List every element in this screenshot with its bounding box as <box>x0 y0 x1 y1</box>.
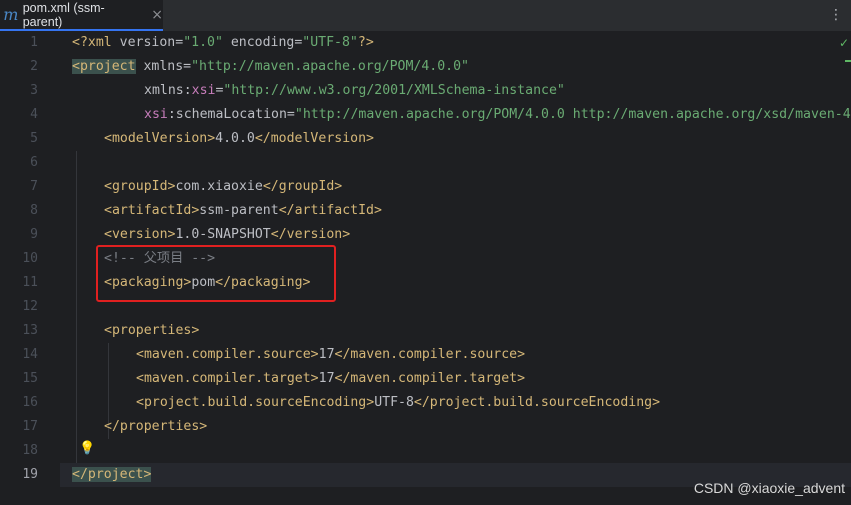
attr-version: version= <box>111 35 184 50</box>
project-close-tag: /project <box>79 467 144 482</box>
tab-pom-xml[interactable]: m pom.xml (ssm-parent) × <box>0 0 163 31</box>
line-number: 14 <box>22 347 38 362</box>
value-version: "1.0" <box>183 35 223 50</box>
open-tag: <version> <box>104 227 176 242</box>
change-marker <box>845 60 851 62</box>
xml-decl-close: ?> <box>357 35 374 50</box>
code-line-4: xsi:schemaLocation="http://maven.apache.… <box>144 103 851 127</box>
tab-label: pom.xml (ssm-parent) <box>22 0 105 29</box>
line-number: 17 <box>22 419 38 434</box>
close-tag: </artifactId> <box>278 203 382 218</box>
bracket-open: < <box>72 59 80 74</box>
close-tag: </maven.compiler.source> <box>334 347 526 362</box>
tag-text: 1.0-SNAPSHOT <box>175 227 271 242</box>
tag-text: 17 <box>318 347 335 362</box>
tag-text: 4.0.0 <box>215 131 255 146</box>
open-tag: <properties> <box>104 323 200 338</box>
code-line-17: </properties> <box>104 415 207 439</box>
open-tag: <maven.compiler.source> <box>136 347 319 362</box>
tag-text: 17 <box>318 371 335 386</box>
ns-xsi: xsi <box>191 83 216 98</box>
code-line-15: <maven.compiler.target>17</maven.compile… <box>136 367 525 391</box>
close-tag: </maven.compiler.target> <box>334 371 526 386</box>
code-line-8: <artifactId>ssm-parent</artifactId> <box>104 199 382 223</box>
line-number: 7 <box>30 179 38 194</box>
bracket-close: > <box>143 467 152 482</box>
line-number: 5 <box>30 131 38 146</box>
line-number: 9 <box>30 227 38 242</box>
attr-schema-location: :schemaLocation= <box>167 107 295 122</box>
value-schema-location: "http://maven.apache.org/POM/4.0.0 http:… <box>294 107 851 122</box>
code-line-13: <properties> <box>104 319 199 343</box>
line-number: 16 <box>22 395 38 410</box>
line-number: 8 <box>30 203 38 218</box>
line-number: 4 <box>30 107 38 122</box>
project-tag: project <box>79 59 136 74</box>
code-line-16: <project.build.sourceEncoding>UTF-8</pro… <box>136 391 660 415</box>
attr-xmlns: xmlns= <box>135 59 192 74</box>
line-number: 15 <box>22 371 38 386</box>
close-tag: </groupId> <box>262 179 343 194</box>
value-xmlns: "http://maven.apache.org/POM/4.0.0" <box>191 59 469 74</box>
check-icon[interactable]: ✓ <box>839 36 849 50</box>
close-tag: </version> <box>270 227 351 242</box>
line-number: 12 <box>22 299 38 314</box>
annotation-highlight-box <box>96 245 336 302</box>
line-number-gutter[interactable]: 1 2 3 4 5 6 7 8 9 10 11 12 13 14 15 16 1… <box>0 31 60 505</box>
lightbulb-icon[interactable]: 💡 <box>79 441 95 456</box>
xml-decl-open: <? <box>72 35 88 50</box>
code-line-14: <maven.compiler.source>17</maven.compile… <box>136 343 525 367</box>
tag-text: UTF-8 <box>374 395 414 410</box>
code-line-5: <modelVersion>4.0.0</modelVersion> <box>104 127 374 151</box>
ns-xsi: xsi <box>144 107 168 122</box>
tag-text: com.xiaoxie <box>175 179 263 194</box>
close-tag: </modelVersion> <box>254 131 374 146</box>
open-tag: <maven.compiler.target> <box>136 371 319 386</box>
code-line-7: <groupId>com.xiaoxie</groupId> <box>104 175 342 199</box>
open-tag: <artifactId> <box>104 203 200 218</box>
close-tag: </properties> <box>104 419 208 434</box>
line-number: 2 <box>30 59 38 74</box>
code-line-19: </project> <box>72 463 152 487</box>
close-tag: </project.build.sourceEncoding> <box>413 395 661 410</box>
value-xsi: "http://www.w3.org/2001/XMLSchema-instan… <box>223 83 565 98</box>
line-number: 6 <box>30 155 38 170</box>
line-number: 11 <box>22 275 38 290</box>
tag-text: ssm-parent <box>199 203 279 218</box>
watermark: CSDN @xiaoxie_advent <box>693 480 845 496</box>
line-number: 13 <box>22 323 38 338</box>
open-tag: <groupId> <box>104 179 176 194</box>
more-options-icon[interactable]: ⋮ <box>829 6 843 24</box>
maven-icon: m <box>3 5 19 24</box>
close-icon[interactable]: × <box>151 7 163 23</box>
code-line-2: <project xmlns="http://maven.apache.org/… <box>72 55 469 79</box>
editor-tab-bar: m pom.xml (ssm-parent) × ⋮ <box>0 0 851 32</box>
code-line-1: <?xml version="1.0" encoding="UTF-8"?> <box>72 31 374 55</box>
line-number: 18 <box>22 443 38 458</box>
code-line-3: xmlns:xsi="http://www.w3.org/2001/XMLSch… <box>144 79 565 103</box>
line-number-current: 19 <box>22 467 38 482</box>
indent-guide <box>76 151 77 463</box>
line-number: 1 <box>30 35 38 50</box>
open-tag: <modelVersion> <box>104 131 216 146</box>
open-tag: <project.build.sourceEncoding> <box>136 395 375 410</box>
value-encoding: "UTF-8" <box>302 35 358 50</box>
attr-xmlns-prefix: xmlns: <box>144 83 192 98</box>
line-number: 3 <box>30 83 38 98</box>
attr-encoding: encoding= <box>222 35 303 50</box>
bracket-open: < <box>72 467 80 482</box>
xml-decl-tag: xml <box>87 35 112 50</box>
code-line-9: <version>1.0-SNAPSHOT</version> <box>104 223 350 247</box>
line-number: 10 <box>22 251 38 266</box>
